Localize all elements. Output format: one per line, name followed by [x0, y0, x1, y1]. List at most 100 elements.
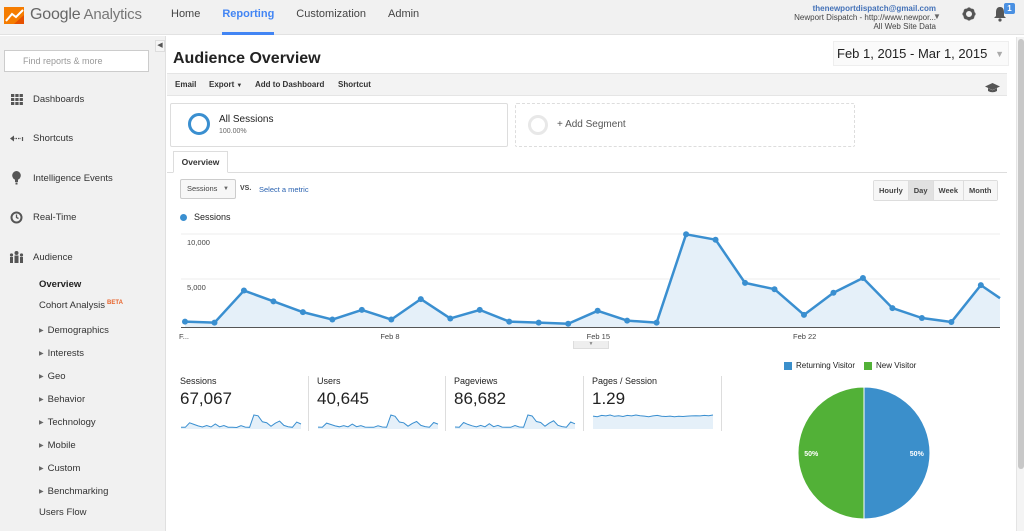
- account-property: Newport Dispatch - http://www.newpor...: [794, 13, 936, 22]
- scorecard-pages-per-session[interactable]: Pages / Session 1.29: [592, 376, 730, 431]
- vs-label: VS.: [240, 185, 252, 192]
- account-dropdown-icon[interactable]: ▼: [933, 12, 941, 21]
- shortcut-button[interactable]: Shortcut: [338, 74, 371, 96]
- nav-admin[interactable]: Admin: [377, 0, 430, 35]
- find-reports-search-input[interactable]: Find reports & more: [4, 50, 149, 72]
- sidebar-subitem-demographics[interactable]: ▶ Demographics: [39, 325, 109, 336]
- granularity-week-button[interactable]: Week: [932, 181, 963, 200]
- export-button[interactable]: Export ▼: [209, 74, 242, 97]
- shortcuts-icon: [0, 135, 33, 142]
- segment-all-sessions[interactable]: All Sessions 100.00%: [170, 103, 508, 147]
- sidebar-subitem-behavior[interactable]: ▶ Behavior: [39, 394, 85, 405]
- sidebar-subitem-label: Custom: [47, 463, 81, 474]
- scorecard-label: Pages / Session: [592, 376, 658, 386]
- sidebar-subitem-mobile[interactable]: ▶ Mobile: [39, 440, 76, 451]
- data-point: [182, 318, 188, 325]
- data-point: [594, 307, 601, 314]
- add-segment-button[interactable]: + Add Segment: [515, 103, 855, 147]
- granularity-hourly-button[interactable]: Hourly: [874, 181, 908, 200]
- data-point: [859, 274, 866, 281]
- beta-badge: BETA: [107, 300, 123, 306]
- dashboards-icon: [0, 93, 33, 105]
- sidebar-subitem-interests[interactable]: ▶ Interests: [39, 348, 84, 359]
- sparkline-area: [181, 415, 301, 429]
- sidebar-item-intelligence-events[interactable]: Intelligence Events: [0, 168, 160, 188]
- sidebar-subitem-overview[interactable]: Overview: [39, 279, 81, 290]
- sidebar-item-label: Dashboards: [33, 93, 85, 105]
- new-visitor-legend-label: New Visitor: [876, 361, 917, 370]
- sidebar-subitem-technology[interactable]: ▶ Technology: [39, 417, 96, 428]
- nav-reporting[interactable]: Reporting: [211, 0, 285, 35]
- data-point: [742, 279, 749, 286]
- x-tick-label: Feb 15: [587, 332, 610, 341]
- data-point: [771, 286, 778, 293]
- export-label: Export: [209, 80, 235, 89]
- tab-overview[interactable]: Overview: [173, 151, 228, 173]
- main-nav: Home Reporting Customization Admin: [160, 0, 430, 35]
- scorecard-value: 67,067: [180, 389, 232, 408]
- data-point: [447, 315, 454, 322]
- scorecard-sessions[interactable]: Sessions 67,067: [180, 376, 318, 431]
- sidebar-subitem-label: Cohort Analysis: [39, 300, 106, 311]
- data-point: [211, 319, 218, 326]
- scorecard-pageviews[interactable]: Pageviews 86,682: [454, 376, 592, 431]
- data-point: [240, 287, 247, 294]
- data-point: [535, 319, 542, 326]
- pie-slice-label: 50%: [910, 451, 925, 458]
- granularity-month-button[interactable]: Month: [963, 181, 997, 200]
- google-analytics-logo[interactable]: Google Analytics: [4, 6, 142, 24]
- scorecard-label: Users: [317, 376, 341, 386]
- data-point: [830, 289, 837, 296]
- sidebar: Find reports & more Dashboards Shortcuts…: [0, 36, 166, 531]
- sidebar-item-label: Shortcuts: [33, 132, 74, 144]
- logo-product-text: Analytics: [83, 6, 142, 23]
- data-point: [329, 316, 336, 323]
- metric-dropdown[interactable]: Sessions ▼: [180, 179, 236, 199]
- new-visitor-swatch: [864, 361, 872, 370]
- sidebar-item-shortcuts[interactable]: Shortcuts: [0, 128, 160, 148]
- chevron-down-icon: ▼: [223, 186, 229, 192]
- date-range-text: Feb 1, 2015 - Mar 1, 2015: [837, 46, 988, 61]
- add-to-dashboard-button[interactable]: Add to Dashboard: [255, 74, 324, 96]
- sidebar-item-dashboards[interactable]: Dashboards: [0, 89, 160, 109]
- data-point: [299, 309, 306, 316]
- scorecard-sparkline: [317, 414, 439, 429]
- sidebar-item-audience[interactable]: Audience: [0, 247, 160, 267]
- scrollbar-thumb[interactable]: [1018, 39, 1024, 469]
- email-button[interactable]: Email: [175, 74, 196, 96]
- sparkline-area: [455, 415, 575, 429]
- sidebar-subitem-users-flow[interactable]: Users Flow: [39, 507, 87, 518]
- x-tick-label: F...: [179, 332, 189, 341]
- page-scrollbar[interactable]: [1016, 37, 1024, 531]
- data-point: [889, 305, 896, 312]
- sessions-line-chart[interactable]: 10,000 5,000 F... Feb 8 Feb 15 Feb 22: [167, 223, 1007, 343]
- expand-triangle-icon: ▶: [39, 489, 44, 495]
- scorecard-users[interactable]: Users 40,645: [317, 376, 455, 431]
- sidebar-subitem-geo[interactable]: ▶ Geo: [39, 371, 66, 382]
- account-selector[interactable]: thenewportdispatch@gmail.com Newport Dis…: [794, 4, 936, 31]
- date-range-picker[interactable]: Feb 1, 2015 - Mar 1, 2015 ▼: [833, 41, 1009, 66]
- sidebar-subitem-benchmarking[interactable]: ▶ Benchmarking: [39, 486, 108, 497]
- sidebar-item-real-time[interactable]: Real-Time: [0, 207, 160, 227]
- sessions-legend-dot: [180, 214, 187, 221]
- sidebar-subitem-custom[interactable]: ▶ Custom: [39, 463, 80, 474]
- graduation-cap-icon[interactable]: [985, 80, 1000, 98]
- expand-triangle-icon: ▶: [39, 374, 44, 380]
- granularity-day-button[interactable]: Day: [907, 181, 933, 200]
- add-segment-label: + Add Segment: [557, 119, 626, 130]
- sidebar-subitem-cohort-analysis[interactable]: Cohort Analysis BETA: [39, 300, 123, 311]
- data-point: [624, 317, 631, 324]
- x-tick-label: Feb 22: [793, 332, 816, 341]
- sessions-legend-label: Sessions: [194, 212, 231, 222]
- collapse-sidebar-icon[interactable]: ◀: [155, 40, 165, 52]
- select-metric-link[interactable]: Select a metric: [259, 185, 309, 194]
- visitor-type-pie-chart[interactable]: 50% 50%: [794, 383, 934, 523]
- nav-customization[interactable]: Customization: [285, 0, 377, 35]
- chart-resize-handle-icon[interactable]: ▼: [573, 341, 609, 349]
- chevron-down-icon: ▼: [995, 49, 1004, 59]
- data-point: [270, 298, 277, 305]
- data-point: [800, 311, 807, 318]
- nav-home[interactable]: Home: [160, 0, 211, 35]
- settings-gear-icon[interactable]: [962, 7, 976, 26]
- sidebar-item-label: Audience: [33, 251, 73, 263]
